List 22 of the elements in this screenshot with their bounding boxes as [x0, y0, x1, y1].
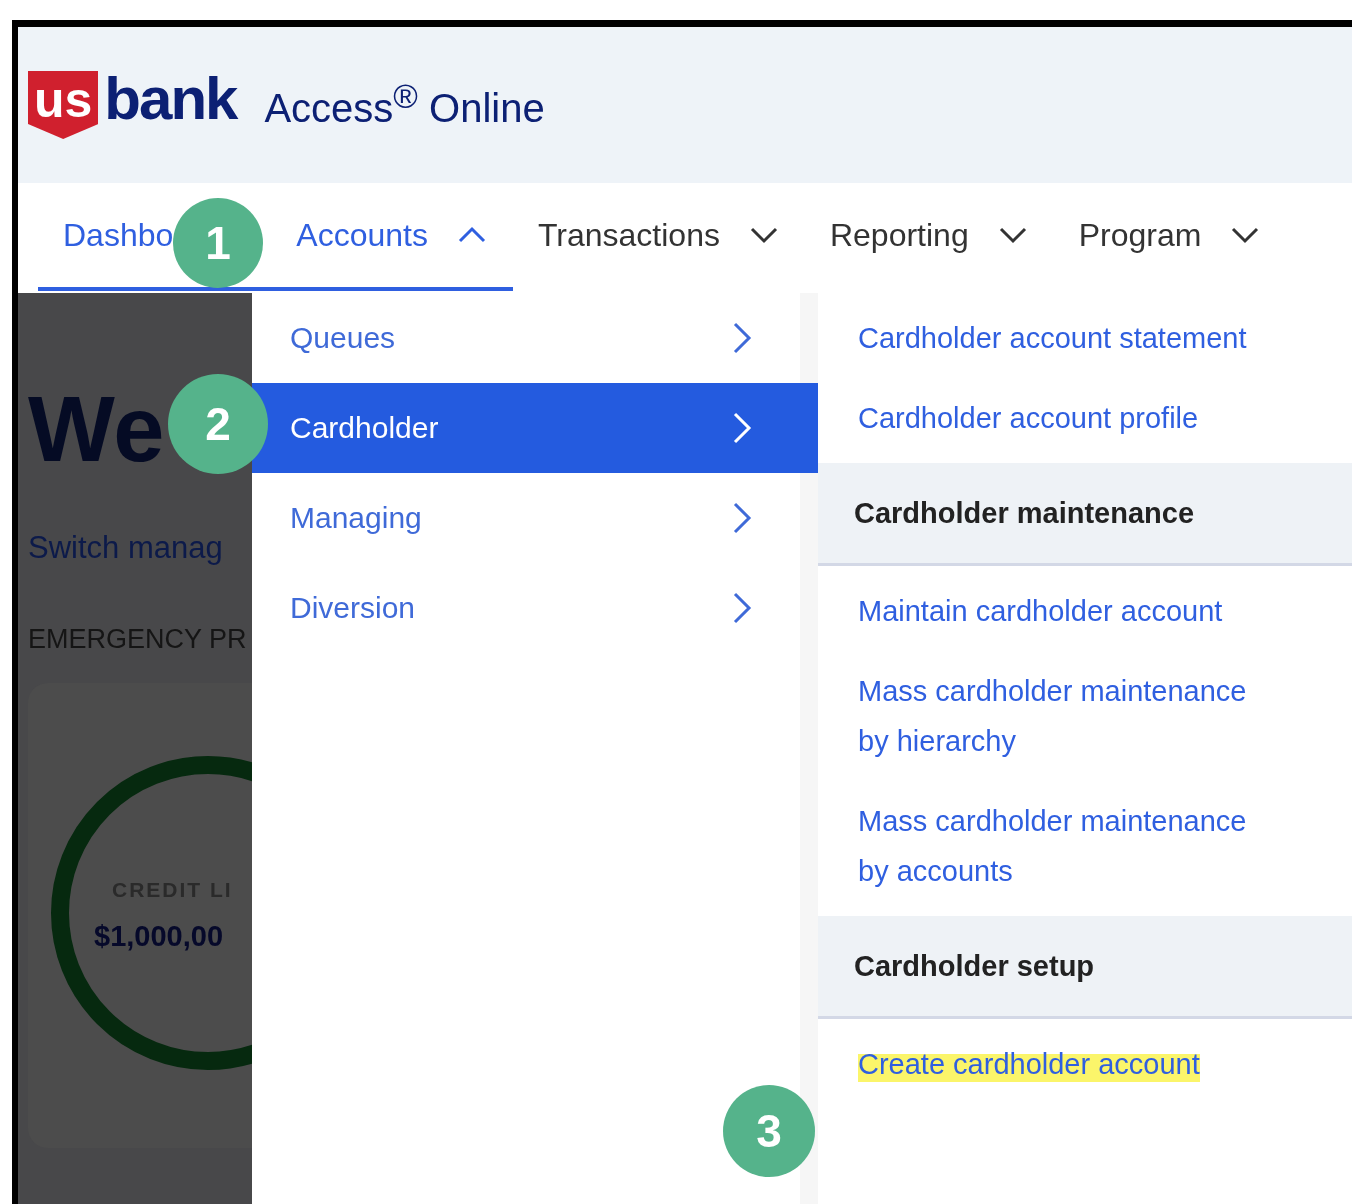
chevron-icon — [732, 411, 752, 445]
nav-tab[interactable]: Reporting — [804, 183, 1054, 291]
product-name: Access$^{®}$ Online — [264, 78, 545, 132]
chevron-icon — [732, 501, 752, 535]
menu-item[interactable]: Diversion — [252, 563, 800, 653]
submenu-heading: Cardholder setup — [818, 916, 1352, 1019]
submenu-link[interactable]: Mass cardholder maintenance by accounts — [858, 796, 1250, 896]
menu-item[interactable]: Managing — [252, 473, 800, 563]
logo-wordmark: bank — [104, 69, 237, 129]
chevron-icon — [732, 321, 752, 355]
submenu-link[interactable]: Maintain cardholder account — [858, 586, 1223, 636]
submenu-link[interactable]: Cardholder account statement — [858, 313, 1247, 363]
chevron-icon — [732, 591, 752, 625]
menu-item[interactable]: Cardholder — [252, 383, 818, 473]
submenu-link[interactable]: Mass cardholder maintenance by hierarchy — [858, 666, 1250, 766]
submenu-heading: Cardholder maintenance — [818, 463, 1352, 566]
credit-value: $1,000,00 — [94, 920, 223, 953]
submenu-link[interactable]: Cardholder account profile — [858, 393, 1199, 443]
nav-tab[interactable]: Program — [1053, 183, 1287, 291]
nav-tab[interactable]: Transactions — [512, 183, 805, 291]
logo-shield: us — [28, 71, 99, 139]
page-heading: We — [28, 383, 165, 475]
